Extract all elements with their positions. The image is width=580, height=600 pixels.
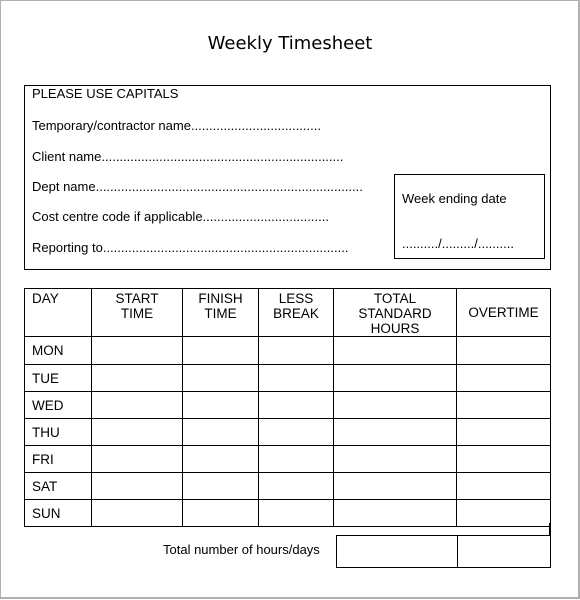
header-day: DAY — [24, 288, 92, 337]
employee-info-box: PLEASE USE CAPITALS Temporary/contractor… — [24, 85, 551, 270]
table-row: SUN — [24, 499, 551, 527]
fill-line: ........................................… — [101, 149, 344, 164]
finish-cell[interactable] — [182, 445, 259, 473]
finish-cell[interactable] — [182, 418, 259, 446]
day-label: WED — [24, 391, 92, 419]
total-overtime-cell[interactable] — [458, 536, 550, 567]
field-label: Cost centre code if applicable — [32, 209, 203, 224]
instruction-text: PLEASE USE CAPITALS — [32, 86, 179, 101]
table-row: MON — [24, 336, 551, 365]
header-total-standard-hours: TOTAL STANDARD HOURS — [333, 288, 457, 337]
field-label: Client name — [32, 149, 102, 164]
week-ending-label: Week ending date — [402, 191, 507, 206]
field-label: Temporary/contractor name — [32, 118, 191, 133]
standard-cell[interactable] — [333, 418, 457, 446]
day-label: TUE — [24, 364, 92, 392]
field-label: Dept name — [32, 179, 96, 194]
break-cell[interactable] — [258, 391, 334, 419]
header-overtime: OVERTIME — [456, 288, 551, 337]
header-finish-time: FINISH TIME — [182, 288, 259, 337]
header-less-break: LESS BREAK — [258, 288, 334, 337]
break-cell[interactable] — [258, 418, 334, 446]
day-label: THU — [24, 418, 92, 446]
totals-box — [336, 535, 551, 568]
total-standard-hours-cell[interactable] — [337, 536, 458, 567]
standard-cell[interactable] — [333, 336, 457, 365]
overtime-cell[interactable] — [456, 364, 551, 392]
overtime-cell[interactable] — [456, 391, 551, 419]
break-cell[interactable] — [258, 499, 334, 527]
table-row: TUE — [24, 364, 551, 392]
table-row: FRI — [24, 445, 551, 473]
break-cell[interactable] — [258, 445, 334, 473]
overtime-cell[interactable] — [456, 418, 551, 446]
day-label: MON — [24, 336, 92, 365]
finish-cell[interactable] — [182, 336, 259, 365]
reporting-to-field[interactable]: Reporting to............................… — [32, 240, 348, 255]
standard-cell[interactable] — [333, 499, 457, 527]
cost-centre-field[interactable]: Cost centre code if applicable..........… — [32, 209, 329, 224]
start-cell[interactable] — [91, 336, 183, 365]
start-cell[interactable] — [91, 391, 183, 419]
header-start-time: START TIME — [91, 288, 183, 337]
fill-line: ........................................… — [102, 240, 349, 255]
start-cell[interactable] — [91, 364, 183, 392]
start-cell[interactable] — [91, 445, 183, 473]
day-label: SAT — [24, 472, 92, 500]
client-name-field[interactable]: Client name.............................… — [32, 149, 343, 164]
overtime-cell[interactable] — [456, 445, 551, 473]
finish-cell[interactable] — [182, 364, 259, 392]
overtime-cell[interactable] — [456, 499, 551, 527]
break-cell[interactable] — [258, 472, 334, 500]
field-label: Reporting to — [32, 240, 103, 255]
table-header-row: DAY START TIME FINISH TIME LESS BREAK TOTAL… — [24, 288, 551, 337]
start-cell[interactable] — [91, 472, 183, 500]
finish-cell[interactable] — [182, 391, 259, 419]
start-cell[interactable] — [91, 499, 183, 527]
fill-line: ................................... — [202, 209, 329, 224]
standard-cell[interactable] — [333, 391, 457, 419]
finish-cell[interactable] — [182, 499, 259, 527]
break-cell[interactable] — [258, 336, 334, 365]
week-ending-date-field[interactable]: ........../........./.......... — [402, 236, 514, 251]
totals-label: Total number of hours/days — [163, 542, 320, 557]
table-row: SAT — [24, 472, 551, 500]
dept-name-field[interactable]: Dept name...............................… — [32, 179, 363, 194]
standard-cell[interactable] — [333, 445, 457, 473]
overtime-cell[interactable] — [456, 336, 551, 365]
fill-line: ........................................… — [95, 179, 363, 194]
overtime-cell[interactable] — [456, 472, 551, 500]
page-title: Weekly Timesheet — [207, 33, 373, 54]
standard-cell[interactable] — [333, 472, 457, 500]
contractor-name-field[interactable]: Temporary/contractor name...............… — [32, 118, 321, 133]
table-row: WED — [24, 391, 551, 419]
week-ending-box: Week ending date ........../........./..… — [394, 174, 545, 259]
day-label: FRI — [24, 445, 92, 473]
standard-cell[interactable] — [333, 364, 457, 392]
finish-cell[interactable] — [182, 472, 259, 500]
fill-line: .................................... — [190, 118, 321, 133]
start-cell[interactable] — [91, 418, 183, 446]
break-cell[interactable] — [258, 364, 334, 392]
table-row: THU — [24, 418, 551, 446]
day-label: SUN — [24, 499, 92, 527]
timesheet-table: DAY START TIME FINISH TIME LESS BREAK TOTAL… — [24, 288, 551, 527]
